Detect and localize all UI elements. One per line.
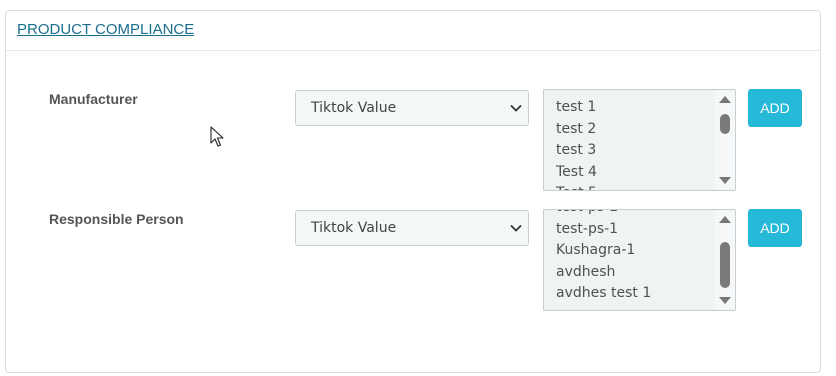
responsible-person-select[interactable]: Tiktok Value [295,210,529,246]
panel-header: PRODUCT COMPLIANCE [6,11,820,51]
list-item[interactable]: test 3 [556,140,713,162]
mouse-cursor-icon [210,126,224,147]
list-item[interactable]: Kushagra-1 [556,240,713,262]
responsible-person-label: Responsible Person [49,211,184,227]
scroll-down-arrow-icon[interactable] [719,297,731,304]
scroll-up-arrow-icon[interactable] [719,216,731,223]
scrollbar-thumb[interactable] [720,242,730,288]
chevron-down-icon [510,104,522,112]
scroll-down-arrow-icon[interactable] [719,177,731,184]
list-item[interactable]: Test 5 [556,183,713,190]
chevron-down-icon [510,224,522,232]
add-responsible-person-button[interactable]: ADD [748,209,802,247]
list-item[interactable]: test 1 [556,97,713,119]
list-item[interactable]: test-ps-1 [556,210,713,219]
scroll-up-arrow-icon[interactable] [719,96,731,103]
manufacturer-label: Manufacturer [49,91,138,107]
list-item[interactable]: avdhes test 1 [556,283,713,305]
responsible-person-listbox[interactable]: test-ps-1 test-ps-1 Kushagra-1 avdhesh a… [543,209,736,311]
list-item[interactable]: test-ps-1 [556,219,713,241]
list-item[interactable]: avdhesh [556,262,713,284]
scrollbar-thumb[interactable] [720,114,730,134]
panel-title[interactable]: PRODUCT COMPLIANCE [17,21,194,38]
manufacturer-listbox[interactable]: test 1 test 2 test 3 Test 4 Test 5 [543,89,736,191]
manufacturer-select[interactable]: Tiktok Value [295,90,529,126]
product-compliance-panel: PRODUCT COMPLIANCE [5,10,821,373]
scrollbar[interactable] [715,210,735,310]
add-manufacturer-button[interactable]: ADD [748,89,802,127]
list-item[interactable]: test 2 [556,119,713,141]
responsible-person-select-value: Tiktok Value [311,220,397,236]
scrollbar[interactable] [715,90,735,190]
list-item[interactable]: Test 4 [556,162,713,184]
manufacturer-select-value: Tiktok Value [311,100,397,116]
